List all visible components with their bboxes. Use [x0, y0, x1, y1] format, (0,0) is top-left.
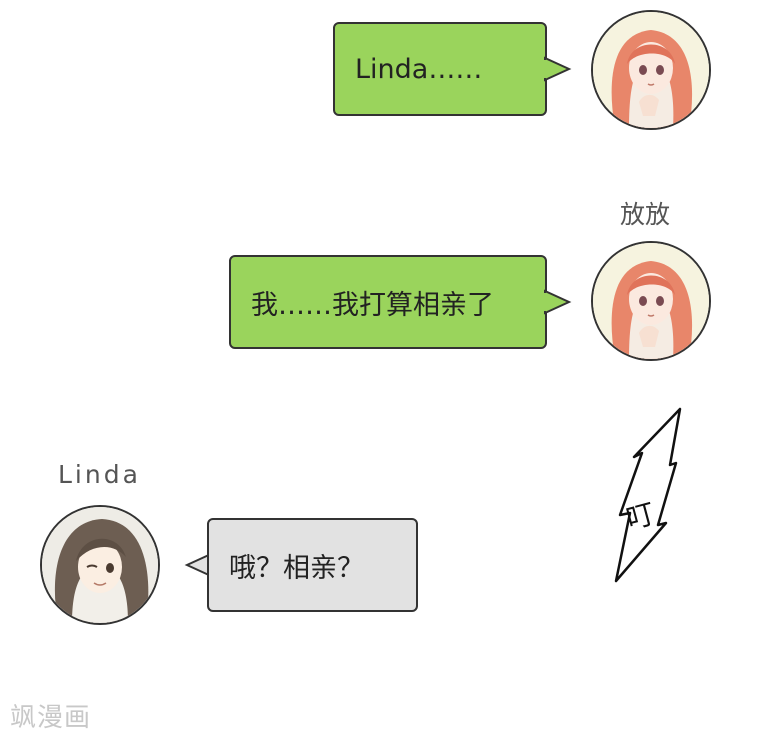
- avatar-fangfang[interactable]: [591, 10, 711, 130]
- sender-name-fangfang: 放放: [620, 200, 671, 229]
- message-bubble-outgoing-2: 我……我打算相亲了: [229, 255, 547, 349]
- message-text: 哦？相亲？: [229, 552, 364, 584]
- message-bubble-incoming-1: 哦？相亲？: [207, 518, 418, 612]
- girl-red-hair-avatar-icon: [593, 12, 709, 128]
- sound-effect: 叮: [606, 405, 686, 590]
- message-text: 我……我打算相亲了: [251, 289, 494, 321]
- avatar-fangfang[interactable]: [591, 241, 711, 361]
- girl-red-hair-avatar-icon: [593, 243, 709, 359]
- message-text: Linda……: [355, 53, 483, 85]
- woman-brown-hair-avatar-icon: [42, 507, 158, 623]
- avatar-linda[interactable]: [40, 505, 160, 625]
- watermark-logo: 飒漫画: [10, 703, 92, 733]
- bubble-tail: [543, 289, 572, 315]
- bubble-tail: [543, 56, 572, 82]
- sender-name-linda: Linda: [58, 460, 141, 489]
- message-bubble-outgoing-1: Linda……: [333, 22, 547, 116]
